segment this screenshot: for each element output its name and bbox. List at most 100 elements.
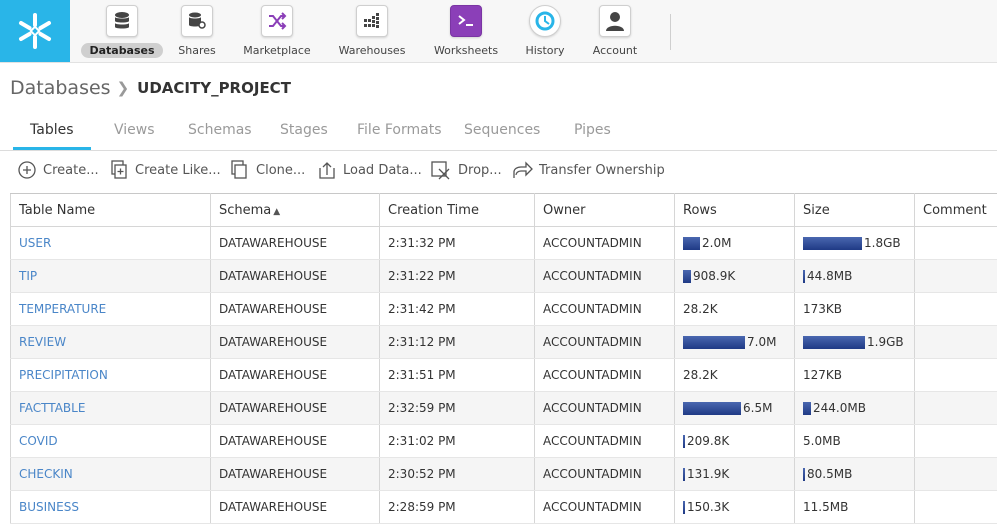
table-name-cell: CHECKIN <box>10 457 211 491</box>
sort-ascending-icon: ▲ <box>273 206 281 217</box>
clone-label: Clone... <box>256 162 306 178</box>
table-row[interactable]: FACTTABLE DATAWAREHOUSE 2:32:59 PM ACCOUNTA… <box>10 391 997 425</box>
owner-value: ACCOUNTADMIN <box>543 434 642 448</box>
size-bar <box>803 236 862 250</box>
owner-value: ACCOUNTADMIN <box>543 368 642 382</box>
comment-cell <box>914 391 997 425</box>
rows-bar <box>683 269 691 283</box>
table-row[interactable]: CHECKIN DATAWAREHOUSE 2:30:52 PM ACCOUNTADM… <box>10 457 997 491</box>
owner-value: ACCOUNTADMIN <box>543 500 642 514</box>
table-row[interactable]: PRECIPITATION DATAWAREHOUSE 2:31:51 PM ACCO… <box>10 358 997 392</box>
table-name-cell: REVIEW <box>10 325 211 359</box>
column-header-size[interactable]: Size <box>794 193 915 227</box>
tab-tables[interactable]: Tables <box>30 122 74 138</box>
schema-value: DATAWAREHOUSE <box>219 467 328 481</box>
nav-label: Account <box>592 44 638 57</box>
table-row[interactable]: TEMPERATURE DATAWAREHOUSE 2:31:42 PM ACCOUN… <box>10 292 997 326</box>
creation-time-value: 2:31:42 PM <box>388 302 456 316</box>
rows-value: 28.2K <box>683 368 718 382</box>
snowflake-icon <box>19 13 51 49</box>
size-cell: 244.0MB <box>794 391 915 425</box>
rows-value: 131.9K <box>687 467 730 481</box>
create-button[interactable]: Create... <box>17 160 99 180</box>
load-data-button[interactable]: Load Data... <box>317 160 422 180</box>
table-row[interactable]: REVIEW DATAWAREHOUSE 2:31:12 PM ACCOUNTADMI… <box>10 325 997 359</box>
database-icon <box>106 5 138 37</box>
create-like-icon <box>111 160 127 179</box>
column-header-rows[interactable]: Rows <box>674 193 795 227</box>
table-name-link[interactable]: PRECIPITATION <box>19 368 108 382</box>
nav-warehouses[interactable]: Warehouses <box>334 0 410 62</box>
nav-history[interactable]: History <box>520 0 570 62</box>
comment-cell <box>914 358 997 392</box>
schema-cell: DATAWAREHOUSE <box>210 424 380 458</box>
schema-cell: DATAWAREHOUSE <box>210 259 380 293</box>
table-row[interactable]: USER DATAWAREHOUSE 2:31:32 PM ACCOUNTADMIN 2… <box>10 226 997 260</box>
column-header-owner[interactable]: Owner <box>534 193 675 227</box>
owner-cell: ACCOUNTADMIN <box>534 457 675 491</box>
schema-cell: DATAWAREHOUSE <box>210 391 380 425</box>
table-name-link[interactable]: COVID <box>19 434 58 448</box>
nav-label: Worksheets <box>433 44 499 57</box>
column-header-creation-time[interactable]: Creation Time <box>379 193 535 227</box>
rows-cell: 28.2K <box>674 358 795 392</box>
nav-label: History <box>525 44 565 57</box>
table-name-link[interactable]: REVIEW <box>19 335 66 349</box>
table-name-link[interactable]: TEMPERATURE <box>19 302 106 316</box>
rows-bar <box>683 401 741 415</box>
nav-marketplace[interactable]: Marketplace <box>240 0 314 62</box>
nav-databases[interactable]: Databases <box>81 0 163 62</box>
owner-cell: ACCOUNTADMIN <box>534 490 675 524</box>
table-name-cell: COVID <box>10 424 211 458</box>
tab-sequences[interactable]: Sequences <box>464 122 540 138</box>
table-row[interactable]: COVID DATAWAREHOUSE 2:31:02 PM ACCOUNTADMIN… <box>10 424 997 458</box>
tables-grid: Table Name Schema ▲ Creation Time Owner R… <box>10 193 997 524</box>
drop-button[interactable]: Drop... <box>430 160 502 180</box>
tab-file-formats[interactable]: File Formats <box>357 122 442 138</box>
transfer-ownership-button[interactable]: Transfer Ownership <box>511 160 665 180</box>
column-header-schema[interactable]: Schema ▲ <box>210 193 380 227</box>
table-name-link[interactable]: TIP <box>19 269 37 283</box>
column-header-table-name[interactable]: Table Name <box>10 193 211 227</box>
snowflake-logo[interactable] <box>0 0 70 62</box>
table-name-cell: USER <box>10 226 211 260</box>
shuffle-icon <box>261 5 293 37</box>
tab-stages[interactable]: Stages <box>280 122 328 138</box>
owner-cell: ACCOUNTADMIN <box>534 226 675 260</box>
nav-shares[interactable]: Shares <box>170 0 224 62</box>
tab-pipes[interactable]: Pipes <box>574 122 611 138</box>
share-icon <box>181 5 213 37</box>
create-like-button[interactable]: Create Like... <box>109 160 221 180</box>
table-toolbar: Create... Create Like... Clone... Load D… <box>0 158 997 186</box>
owner-value: ACCOUNTADMIN <box>543 401 642 415</box>
breadcrumb-root[interactable]: Databases <box>10 77 111 99</box>
load-data-label: Load Data... <box>343 162 422 178</box>
size-bar <box>803 401 811 415</box>
rows-cell: 2.0M <box>674 226 795 260</box>
column-header-comment[interactable]: Comment <box>914 193 997 227</box>
table-name-link[interactable]: CHECKIN <box>19 467 73 481</box>
size-cell: 1.8GB <box>794 226 915 260</box>
table-name-link[interactable]: FACTTABLE <box>19 401 85 415</box>
owner-cell: ACCOUNTADMIN <box>534 292 675 326</box>
size-value: 173KB <box>803 302 843 316</box>
rows-cell: 28.2K <box>674 292 795 326</box>
size-cell: 80.5MB <box>794 457 915 491</box>
owner-value: ACCOUNTADMIN <box>543 467 642 481</box>
clone-button[interactable]: Clone... <box>230 160 305 180</box>
tab-views[interactable]: Views <box>114 122 155 138</box>
table-name-cell: FACTTABLE <box>10 391 211 425</box>
table-row[interactable]: BUSINESS DATAWAREHOUSE 2:28:59 PM ACCOUNTAD… <box>10 490 997 524</box>
owner-cell: ACCOUNTADMIN <box>534 424 675 458</box>
table-name-link[interactable]: BUSINESS <box>19 500 79 514</box>
table-name-cell: BUSINESS <box>10 490 211 524</box>
table-name-link[interactable]: USER <box>19 236 51 250</box>
object-tabs: Tables Views Schemas Stages File Formats… <box>0 117 997 151</box>
nav-label: Shares <box>178 44 216 57</box>
table-row[interactable]: TIP DATAWAREHOUSE 2:31:22 PM ACCOUNTADMIN 90… <box>10 259 997 293</box>
nav-worksheets[interactable]: Worksheets <box>430 0 502 62</box>
nav-account[interactable]: Account <box>588 0 642 62</box>
tab-schemas[interactable]: Schemas <box>188 122 252 138</box>
clone-icon <box>231 160 247 179</box>
size-value: 1.9GB <box>867 335 904 349</box>
